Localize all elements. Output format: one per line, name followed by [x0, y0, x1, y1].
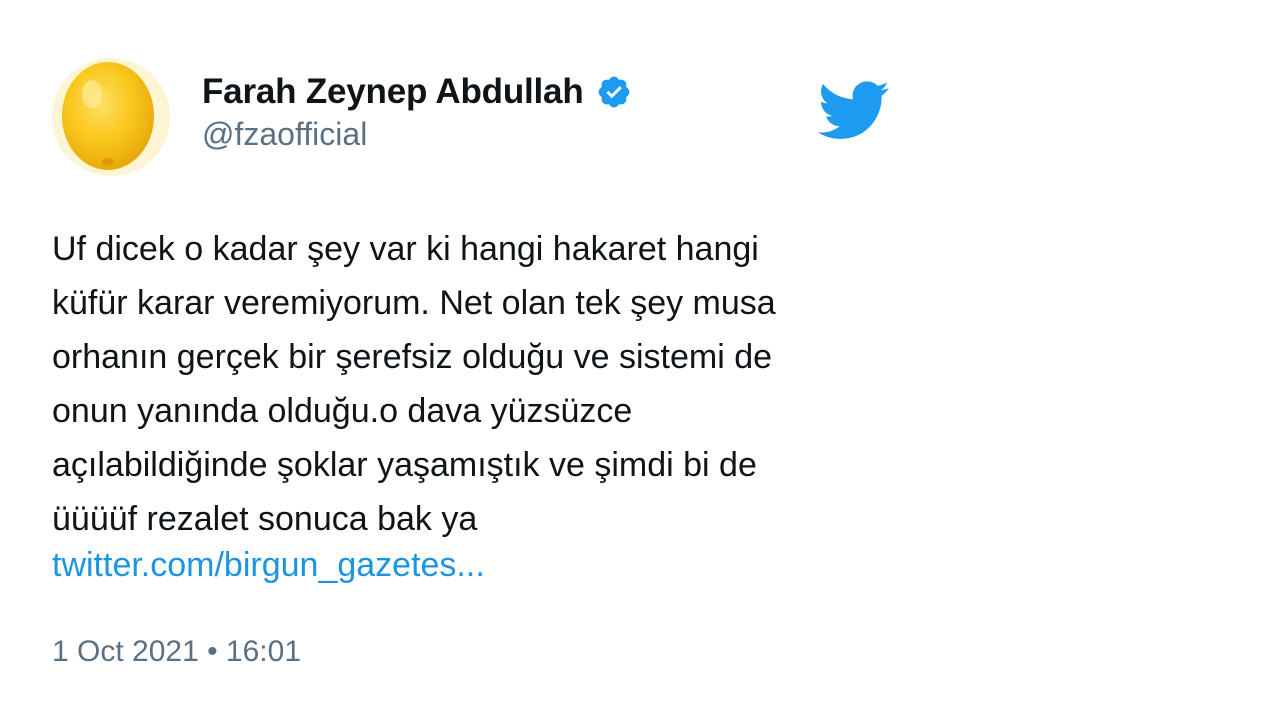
avatar-image	[52, 58, 170, 176]
author-handle[interactable]: @fzaofficial	[202, 116, 367, 153]
tweet-timestamp[interactable]: 1 Oct 2021 • 16:01	[52, 630, 301, 674]
tweet-link[interactable]: twitter.com/birgun_gazetes...	[52, 538, 485, 592]
tweet-text: Uf dicek o kadar şey var ki hangi hakare…	[52, 230, 776, 538]
author-name-row: Farah Zeynep Abdullah	[202, 68, 632, 116]
tweet-card: Farah Zeynep Abdullah @fzaofficial Uf di…	[0, 0, 1280, 720]
author-display-name[interactable]: Farah Zeynep Abdullah	[202, 72, 584, 112]
avatar[interactable]	[52, 58, 170, 176]
twitter-bird-icon[interactable]	[818, 80, 890, 144]
verified-badge-icon	[596, 74, 632, 110]
